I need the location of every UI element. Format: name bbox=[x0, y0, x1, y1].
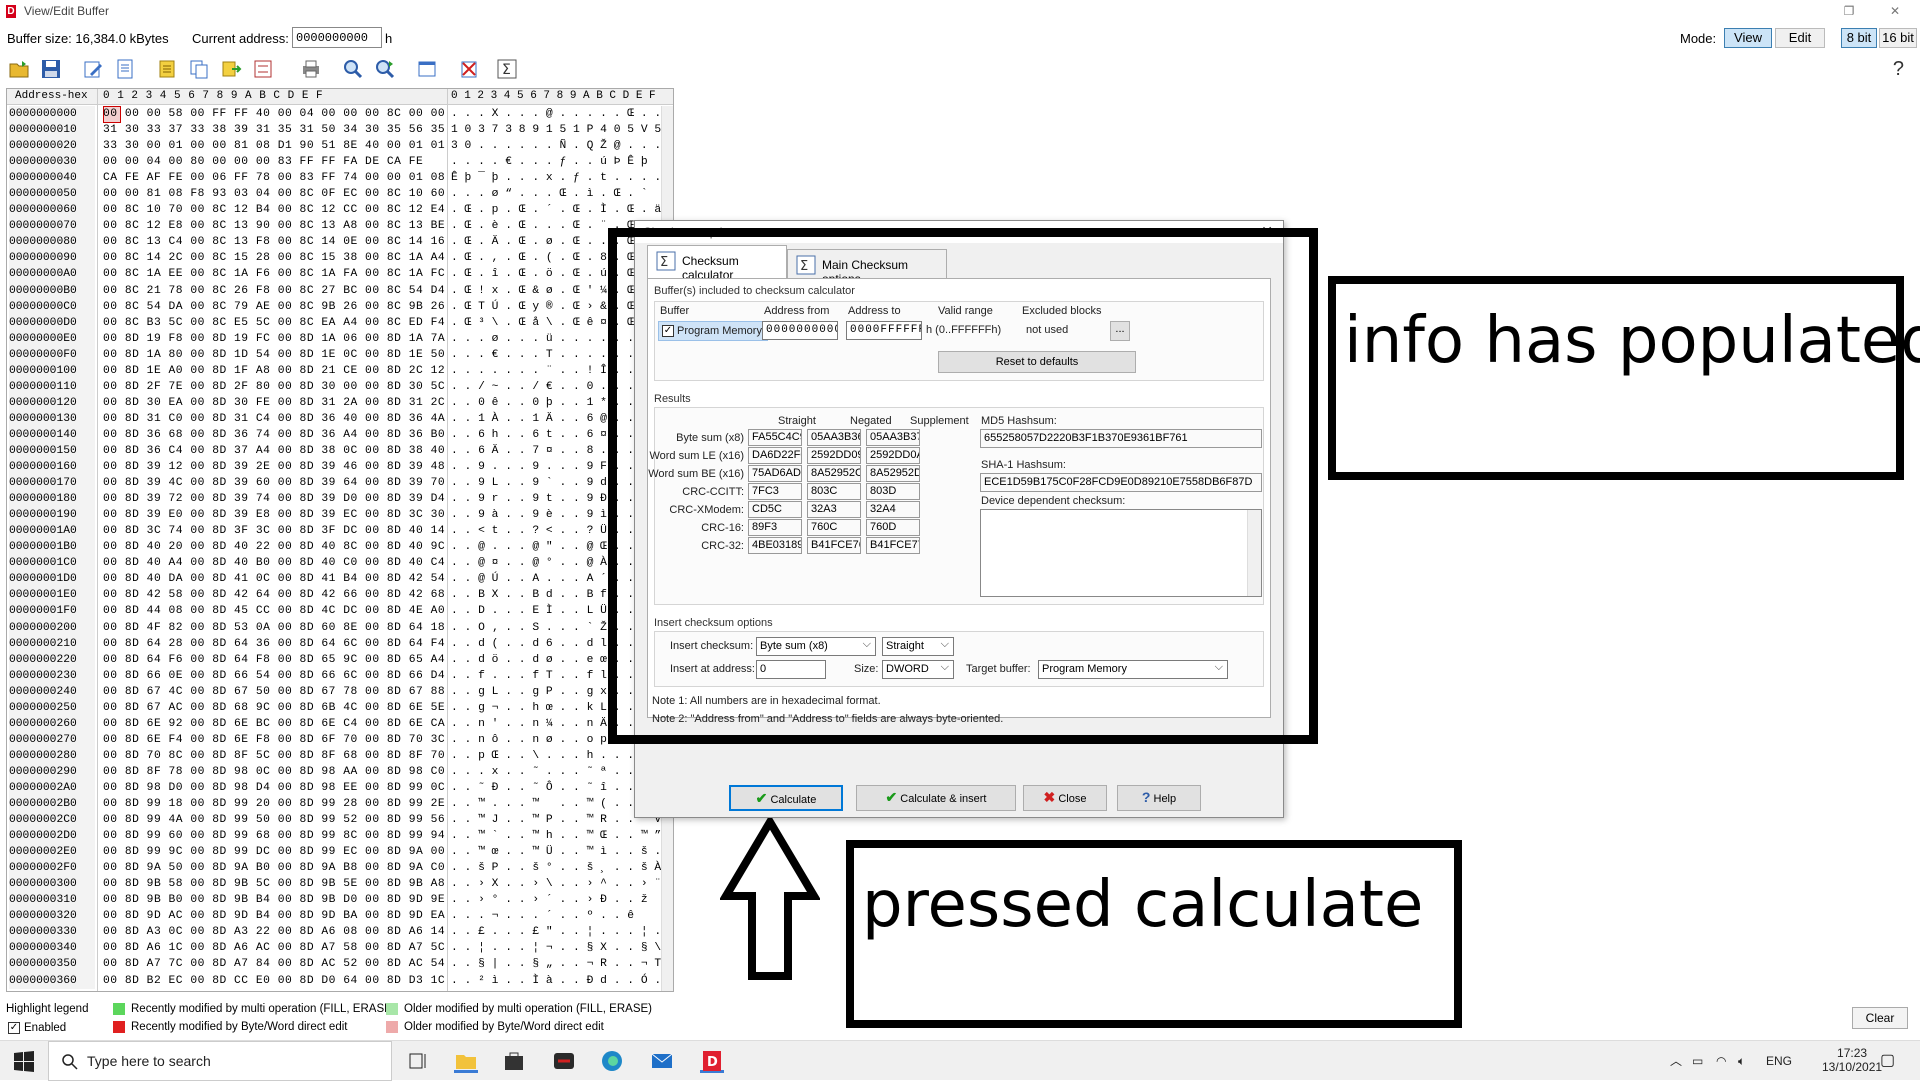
mode-view-button[interactable]: View bbox=[1724, 28, 1772, 48]
task-view-icon[interactable] bbox=[406, 1049, 430, 1073]
clock[interactable]: 17:23 13/10/2021 bbox=[1822, 1046, 1882, 1074]
open-icon[interactable] bbox=[6, 56, 32, 82]
print-icon[interactable] bbox=[298, 56, 324, 82]
legend-item-4: Older modified by Byte/Word direct edit bbox=[404, 1021, 604, 1033]
dataman-app-icon[interactable]: D bbox=[700, 1049, 724, 1073]
search-placeholder: Type here to search bbox=[87, 1053, 211, 1069]
legend-enabled-checkbox[interactable]: ✓ bbox=[8, 1022, 20, 1034]
file-explorer-icon[interactable] bbox=[454, 1049, 478, 1073]
hex-column-headers: 0 1 2 3 4 5 6 7 8 9 A B C D E F bbox=[103, 90, 324, 102]
fill-icon[interactable] bbox=[154, 56, 180, 82]
legend-swatch-4 bbox=[386, 1021, 398, 1033]
language-indicator[interactable]: ENG bbox=[1766, 1041, 1792, 1081]
annotation-top-text: info has populated bbox=[1344, 304, 1920, 378]
edit-icon[interactable] bbox=[80, 56, 106, 82]
checksum-icon[interactable]: Σ bbox=[494, 56, 520, 82]
wifi-icon[interactable]: ◠ bbox=[1716, 1041, 1726, 1081]
battery-icon[interactable]: ▭ bbox=[1692, 1041, 1703, 1081]
calculate-button[interactable]: ✔ Calculate bbox=[729, 785, 843, 811]
mode-label: Mode: bbox=[1680, 31, 1717, 46]
legend-swatch-2 bbox=[113, 1021, 125, 1033]
annotation-bottom-text: pressed calculate bbox=[862, 868, 1424, 942]
taskbar: Type here to search D ︿ ▭ ◠ 🔈︎ ENG 17:23… bbox=[0, 1040, 1920, 1081]
windows-start-icon[interactable] bbox=[12, 1049, 36, 1073]
swap-icon[interactable] bbox=[250, 56, 276, 82]
close-button[interactable]: ✖ Close bbox=[1023, 785, 1107, 811]
hex-panel[interactable]: Address-hex 0 1 2 3 4 5 6 7 8 9 A B C D … bbox=[6, 88, 674, 992]
volume-icon[interactable]: 🔈︎ bbox=[1738, 1041, 1745, 1081]
title-bar: D View/Edit Buffer ❐ ✕ bbox=[0, 0, 1920, 22]
legend-item-2: Recently modified by Byte/Word direct ed… bbox=[131, 1021, 348, 1033]
svg-text:D: D bbox=[707, 1055, 718, 1070]
info-bar: Buffer size: 16,384.0 kBytes Current add… bbox=[0, 24, 1920, 52]
annotation-box-bottom: pressed calculate bbox=[846, 840, 1462, 1028]
save-icon[interactable] bbox=[38, 56, 64, 82]
search-icon bbox=[62, 1054, 78, 1070]
up-arrow-annotation bbox=[720, 818, 820, 980]
current-address-label: Current address: bbox=[192, 31, 289, 46]
copy-icon[interactable] bbox=[186, 56, 212, 82]
help-button[interactable]: ? Help bbox=[1117, 785, 1201, 811]
calculate-label: Calculate bbox=[770, 794, 817, 806]
window-title: View/Edit Buffer bbox=[24, 4, 109, 18]
close-window-icon[interactable]: ✕ bbox=[1872, 0, 1918, 22]
edge-icon[interactable] bbox=[600, 1049, 624, 1073]
hex-header: Address-hex 0 1 2 3 4 5 6 7 8 9 A B C D … bbox=[7, 89, 673, 105]
clock-time: 17:23 bbox=[1837, 1046, 1868, 1060]
notifications-icon[interactable]: ▢ bbox=[1880, 1041, 1895, 1081]
check-insert-icon: ✔ bbox=[885, 789, 898, 805]
legend-item-3: Older modified by multi operation (FILL,… bbox=[404, 1003, 652, 1015]
legend-enabled-label: Enabled bbox=[24, 1022, 67, 1034]
move-icon[interactable] bbox=[218, 56, 244, 82]
taskbar-search[interactable]: Type here to search bbox=[48, 1041, 392, 1081]
app-logo-icon: D bbox=[6, 4, 16, 18]
address-column-header: Address-hex bbox=[15, 90, 88, 102]
toolbar: Σ ? bbox=[0, 54, 1920, 86]
close-x-icon: ✖ bbox=[1043, 789, 1056, 805]
window-icon[interactable] bbox=[414, 56, 440, 82]
ascii-column-headers: 0 1 2 3 4 5 6 7 8 9 A B C D E F bbox=[451, 90, 656, 102]
help-label: Help bbox=[1153, 793, 1177, 805]
store-icon[interactable] bbox=[502, 1049, 526, 1073]
legend-title: Highlight legend bbox=[6, 1003, 89, 1015]
document-icon[interactable] bbox=[112, 56, 138, 82]
mail-icon[interactable] bbox=[650, 1049, 674, 1073]
clear-button[interactable]: Clear bbox=[1852, 1007, 1908, 1029]
16bit-button[interactable]: 16 bit bbox=[1879, 28, 1917, 48]
8bit-button[interactable]: 8 bit bbox=[1841, 28, 1877, 48]
hex-bytes[interactable]: 00 00 00 58 00 FF FF 40 00 04 00 00 00 8… bbox=[103, 106, 445, 989]
game-app-icon[interactable] bbox=[552, 1049, 576, 1073]
help-icon[interactable]: ? bbox=[1893, 58, 1904, 81]
highlight-box-dialog bbox=[608, 228, 1318, 744]
tray-chevron-icon[interactable]: ︿ bbox=[1670, 1041, 1682, 1081]
annotation-box-top: info has populated bbox=[1328, 276, 1920, 480]
current-address-input[interactable]: 0000000000 bbox=[292, 27, 382, 48]
check-icon: ✔ bbox=[755, 790, 768, 806]
svg-text:Σ: Σ bbox=[502, 62, 511, 78]
calculate-insert-button[interactable]: ✔ Calculate & insert bbox=[856, 785, 1016, 811]
buffer-size-label: Buffer size: 16,384.0 kBytes bbox=[7, 31, 169, 46]
legend-swatch-1 bbox=[113, 1003, 125, 1015]
address-column: 0000000000 0000000010 0000000020 0000000… bbox=[9, 106, 95, 989]
restore-icon[interactable]: ❐ bbox=[1826, 0, 1872, 22]
clock-date: 13/10/2021 bbox=[1822, 1060, 1883, 1074]
erase-icon[interactable] bbox=[456, 56, 482, 82]
question-icon: ? bbox=[1141, 789, 1151, 805]
find-icon[interactable] bbox=[340, 56, 366, 82]
legend-swatch-3 bbox=[386, 1003, 398, 1015]
addr-suffix: h bbox=[385, 31, 393, 46]
close-label: Close bbox=[1058, 793, 1087, 805]
find-next-icon[interactable] bbox=[372, 56, 398, 82]
mode-edit-button[interactable]: Edit bbox=[1775, 28, 1825, 48]
legend-item-1: Recently modified by multi operation (FI… bbox=[131, 1003, 396, 1015]
calculate-insert-label: Calculate & insert bbox=[900, 793, 987, 805]
